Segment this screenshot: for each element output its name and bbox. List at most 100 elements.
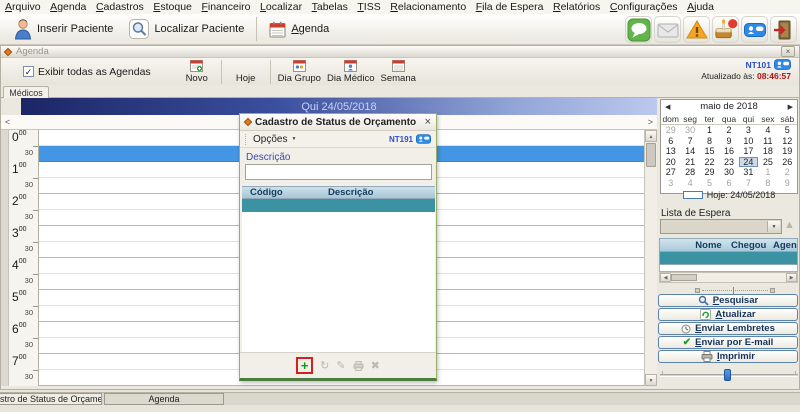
warning-button[interactable] xyxy=(683,16,710,43)
chevron-down-icon[interactable]: ▼ xyxy=(767,221,780,232)
calendar-day[interactable]: 28 xyxy=(680,167,699,178)
scroll-left-icon[interactable]: ◀ xyxy=(660,273,671,282)
menu-item-arquivo[interactable]: Arquivo xyxy=(5,1,41,13)
calendar-day[interactable]: 29 xyxy=(700,167,719,178)
edit-icon[interactable]: ✎ xyxy=(336,360,345,372)
show-all-agendas-checkbox[interactable]: ✓ xyxy=(23,66,34,77)
calendar-day[interactable]: 3 xyxy=(739,125,758,136)
menu-item-financeiro[interactable]: Financeiro xyxy=(201,1,250,13)
calendar-day[interactable]: 9 xyxy=(778,178,797,189)
calendar-day-selected[interactable]: 24 xyxy=(739,157,758,168)
delete-icon[interactable]: ✖ xyxy=(371,360,380,372)
dia-medico-button[interactable]: Dia Médico xyxy=(324,58,378,85)
zoom-slider[interactable] xyxy=(660,369,798,381)
menu-item-configura-es[interactable]: Configurações xyxy=(610,1,678,13)
enviar-email-button[interactable]: ✔ Enviar por E-mail xyxy=(658,336,798,349)
messenger-button[interactable] xyxy=(741,16,768,43)
scroll-up-icon[interactable]: ▲ xyxy=(645,130,657,142)
scroll-down-icon[interactable]: ▼ xyxy=(645,374,657,386)
prev-day-arrow[interactable]: < xyxy=(5,117,10,127)
waitlist-selected-row[interactable] xyxy=(659,252,798,265)
messenger-icon[interactable] xyxy=(416,134,431,144)
menu-item-agenda[interactable]: Agenda xyxy=(50,1,86,13)
calendar-day[interactable]: 11 xyxy=(758,136,777,147)
calendar-day[interactable]: 2 xyxy=(719,125,738,136)
column-codigo[interactable]: Código xyxy=(242,187,328,198)
calendar-day[interactable]: 21 xyxy=(680,157,699,168)
next-day-arrow[interactable]: > xyxy=(648,117,653,127)
dialog-titlebar[interactable]: Cadastro de Status de Orçamento × xyxy=(240,114,436,131)
panel-close-button[interactable]: × xyxy=(781,46,795,57)
column-agenda[interactable]: Agenda xyxy=(773,240,797,251)
menu-item-relat-rios[interactable]: Relatórios xyxy=(553,1,600,13)
calendar-day[interactable]: 7 xyxy=(739,178,758,189)
scroll-right-icon[interactable]: ▶ xyxy=(786,273,797,282)
scrollbar-thumb[interactable] xyxy=(646,143,656,167)
waitlist-combobox[interactable]: ▼ xyxy=(660,219,782,234)
chat-button[interactable] xyxy=(625,16,652,43)
calendar-day[interactable]: 20 xyxy=(661,157,680,168)
left-collapse-strip[interactable] xyxy=(1,130,9,386)
messenger-icon[interactable] xyxy=(774,59,791,70)
calendar-day[interactable]: 23 xyxy=(719,157,738,168)
hoje-button[interactable]: Hoje xyxy=(226,58,266,85)
calendar-day[interactable]: 15 xyxy=(700,146,719,157)
calendar-day[interactable]: 13 xyxy=(661,146,680,157)
refresh-icon[interactable]: ↻ xyxy=(320,360,329,372)
slider-left-handle[interactable] xyxy=(695,288,700,293)
opcoes-menu[interactable]: Opções xyxy=(253,134,287,145)
calendar-prev-icon[interactable]: ◀ xyxy=(665,103,675,111)
menu-item-cadastros[interactable]: Cadastros xyxy=(96,1,144,13)
insert-patient-button[interactable]: Inserir Paciente xyxy=(6,16,121,42)
locate-patient-button[interactable]: Localizar Paciente xyxy=(121,17,252,41)
tab-medicos[interactable]: Médicos xyxy=(3,86,49,98)
calendar-day[interactable]: 29 xyxy=(661,125,680,136)
pesquisar-button[interactable]: Pesquisar xyxy=(658,294,798,307)
print-icon[interactable] xyxy=(353,361,364,371)
imprimir-button[interactable]: Imprimir xyxy=(658,350,798,363)
calendar-day[interactable]: 10 xyxy=(739,136,758,147)
menu-item-relacionamento[interactable]: Relacionamento xyxy=(390,1,466,13)
calendar-day[interactable]: 26 xyxy=(778,157,797,168)
calendar-day[interactable]: 31 xyxy=(739,167,758,178)
calendar-day[interactable]: 8 xyxy=(700,136,719,147)
calendar-day[interactable]: 6 xyxy=(661,136,680,147)
semana-button[interactable]: Semana xyxy=(378,58,419,85)
menu-item-ajuda[interactable]: Ajuda xyxy=(687,1,714,13)
calendar-day[interactable]: 1 xyxy=(700,125,719,136)
calendar-day[interactable]: 16 xyxy=(719,146,738,157)
column-nome[interactable]: Nome xyxy=(686,240,731,251)
column-chegou[interactable]: Chegou xyxy=(731,240,773,251)
calendar-day[interactable]: 30 xyxy=(719,167,738,178)
calendar-day[interactable]: 4 xyxy=(758,125,777,136)
calendar-day[interactable]: 1 xyxy=(758,167,777,178)
calendar-day[interactable]: 5 xyxy=(700,178,719,189)
calendar-day[interactable]: 30 xyxy=(680,125,699,136)
calendar-today-row[interactable]: Hoje: 24/05/2018 xyxy=(661,188,797,201)
calendar-day[interactable]: 19 xyxy=(778,146,797,157)
menu-item-tabelas[interactable]: Tabelas xyxy=(312,1,348,13)
enviar-lembretes-button[interactable]: Enviar Lembretes xyxy=(658,322,798,335)
exit-button[interactable] xyxy=(770,16,797,43)
birthday-button[interactable] xyxy=(712,16,739,43)
dialog-grid-selected-row[interactable] xyxy=(242,199,435,212)
hscrollbar-thumb[interactable] xyxy=(671,274,697,281)
calendar-day[interactable]: 2 xyxy=(778,167,797,178)
task-tab-cadastro[interactable]: Cadastro de Status de Orçame xyxy=(0,393,102,405)
menu-item-fila-de-espera[interactable]: Fila de Espera xyxy=(476,1,544,13)
menu-item-tiss[interactable]: TISS xyxy=(357,1,380,13)
agenda-button[interactable]: Agenda xyxy=(261,19,337,40)
calendar-day[interactable]: 25 xyxy=(758,157,777,168)
descricao-input[interactable] xyxy=(245,164,432,180)
calendar-day[interactable]: 14 xyxy=(680,146,699,157)
add-button[interactable]: + xyxy=(301,360,309,372)
menu-item-estoque[interactable]: Estoque xyxy=(153,1,192,13)
menu-item-localizar[interactable]: Localizar xyxy=(260,1,302,13)
calendar-day[interactable]: 5 xyxy=(778,125,797,136)
calendar-next-icon[interactable]: ▶ xyxy=(783,103,793,111)
calendar-day[interactable]: 6 xyxy=(719,178,738,189)
calendar-day[interactable]: 27 xyxy=(661,167,680,178)
novo-button[interactable]: Novo xyxy=(177,58,217,85)
slider-right-handle[interactable] xyxy=(770,288,775,293)
calendar-day[interactable]: 9 xyxy=(719,136,738,147)
